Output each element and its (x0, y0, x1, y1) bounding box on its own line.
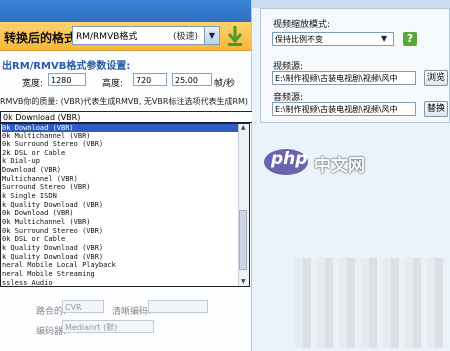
fps-input[interactable]: 25.00 (172, 73, 212, 86)
php-watermark: php 中文网 (262, 144, 382, 184)
list-item[interactable]: k Quality Download (VBR) (2, 253, 103, 261)
format-value: RM/RMVB格式 (76, 32, 138, 42)
list-item[interactable]: Surround Stereo (VBR) (2, 183, 91, 191)
list-item[interactable]: k Single ISDN (2, 192, 57, 200)
list-item[interactable]: neral Mobile Local Playback (2, 261, 116, 269)
list-item[interactable]: 0k Multichannel (VBR) (2, 132, 91, 140)
encode-label: 清晰编码: (112, 307, 152, 317)
list-item[interactable]: 0k Download (VBR) (2, 209, 74, 217)
width-label: 宽度: (22, 79, 44, 89)
chevron-down-icon[interactable]: ▼ (381, 34, 387, 43)
blurred-area (295, 258, 445, 348)
browse-button[interactable]: 浏览 (424, 70, 448, 86)
list-item[interactable]: k Dial-up (2, 157, 40, 165)
scale-mode-label: 视频缩放模式: (273, 20, 331, 30)
window-strip (252, 0, 450, 8)
audio-source-input[interactable]: E:\制作视频\古装电视剧\视频\风中 (272, 102, 416, 116)
scroll-down-icon[interactable]: ▼ (241, 278, 246, 285)
scroll-up-icon[interactable]: ▲ (241, 124, 246, 131)
list-item[interactable]: 0k Download (VBR) (2, 124, 238, 132)
list-item[interactable]: 0k Surround Stereo (VBR) (2, 227, 103, 235)
height-input[interactable]: 720 (133, 73, 167, 86)
format-select[interactable]: RM/RMVB格式 (极速) ▼ (72, 26, 220, 45)
encode-select[interactable] (148, 300, 208, 313)
list-item[interactable]: k Quality Download (VBR) (2, 244, 103, 252)
format-bar: 转换后的格式: RM/RMVB格式 (极速) ▼ (0, 22, 251, 51)
list-item[interactable]: 0k Multichannel (VBR) (2, 218, 91, 226)
list-item[interactable]: 0k DSL or Cable (2, 235, 65, 243)
list-item[interactable]: 0k Surround Stereo (VBR) (2, 140, 103, 148)
scale-mode-value: 保持比例不变 (275, 35, 323, 44)
replace-button[interactable]: 替换 (424, 101, 448, 117)
conversion-settings-panel: 转换后的格式: RM/RMVB格式 (极速) ▼ 出RM/RMVB格式参数设置:… (0, 0, 276, 351)
scrollbar-thumb[interactable] (239, 210, 247, 270)
fps-unit: 帧/秒 (214, 79, 236, 89)
list-item[interactable]: k Quality Download (VBR) (2, 201, 103, 209)
format-quality: (极速) (173, 32, 199, 42)
panel-titlebar (0, 0, 251, 22)
watermark-site-text: 中文网 (314, 156, 365, 176)
quality-dropdown-list[interactable]: 0k Download (VBR) 0k Multichannel (VBR) … (0, 123, 250, 287)
channel-select[interactable]: CVR (62, 300, 104, 313)
download-arrow-icon[interactable] (224, 24, 246, 48)
list-item[interactable]: neral Mobile Streaming (2, 270, 95, 278)
list-item[interactable]: ssless Audio (2, 279, 53, 286)
watermark-logo-text: php (271, 149, 308, 169)
help-icon[interactable]: ? (403, 32, 417, 46)
list-item[interactable]: Download (VBR) (2, 166, 61, 174)
list-item[interactable]: Multichannel (VBR) (2, 175, 78, 183)
quality-select-value: 0k Download (VBR) (3, 113, 81, 122)
list-item[interactable]: 2k DSL or Cable (2, 149, 65, 157)
width-input[interactable]: 1280 (48, 73, 86, 86)
encoder-select[interactable]: Medianrt (默) (62, 320, 154, 333)
format-label: 转换后的格式: (4, 31, 81, 45)
chevron-down-icon[interactable]: ▼ (204, 27, 219, 44)
quality-select[interactable]: 0k Download (VBR) ▼ (0, 111, 276, 123)
video-source-input[interactable]: E:\制作视频\古装电视剧\视频\风中 (272, 71, 416, 85)
height-label: 高度: (102, 79, 124, 89)
params-title: 出RM/RMVB格式参数设置: (2, 61, 131, 72)
quality-hint: RMVB你的质量: (VBR)代表生成RMVB, 无VBR标注选项代表生成RM) (0, 97, 249, 106)
scale-mode-select[interactable]: 保持比例不变 (272, 32, 394, 46)
